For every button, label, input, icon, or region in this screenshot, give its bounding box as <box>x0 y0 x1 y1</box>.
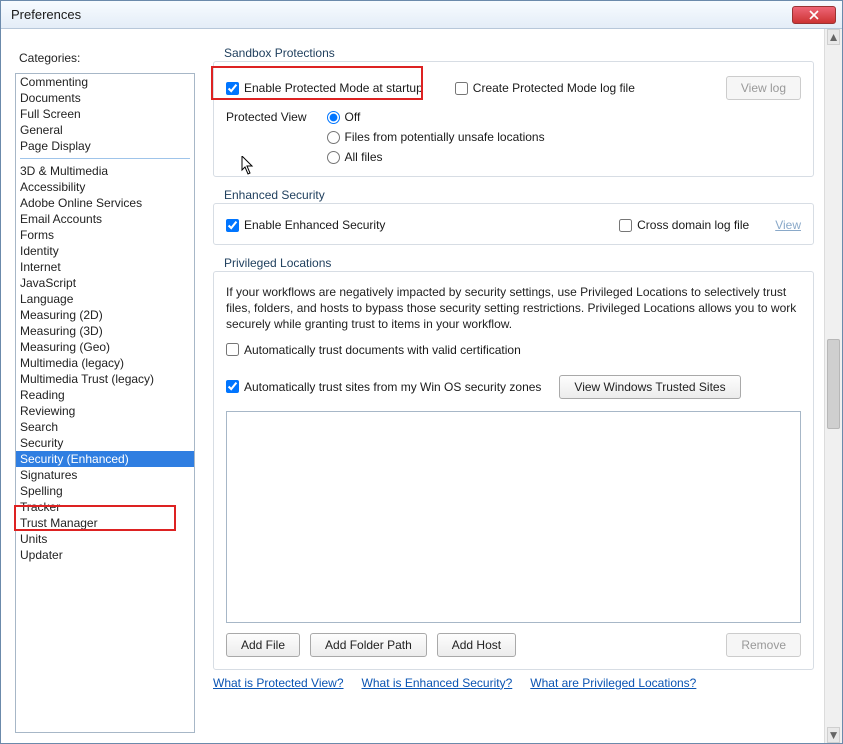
privileged-locations-listbox[interactable] <box>226 411 801 623</box>
add-file-button[interactable]: Add File <box>226 633 300 657</box>
privileged-group: Privileged Locations If your workflows a… <box>213 271 814 670</box>
scrollbar-thumb[interactable] <box>827 339 840 429</box>
privileged-title: Privileged Locations <box>220 256 335 270</box>
sidebar-separator <box>20 158 190 159</box>
sidebar-item[interactable]: Reviewing <box>16 403 194 419</box>
sidebar-item[interactable]: Trust Manager <box>16 515 194 531</box>
sidebar-item[interactable]: Email Accounts <box>16 211 194 227</box>
create-log-checkbox[interactable]: Create Protected Mode log file <box>455 81 635 95</box>
main-panel: Sandbox Protections Enable Protected Mod… <box>195 39 830 733</box>
pv-all-label: All files <box>345 150 383 164</box>
remove-button: Remove <box>726 633 801 657</box>
sidebar-item[interactable]: Updater <box>16 547 194 563</box>
sidebar-item[interactable]: Signatures <box>16 467 194 483</box>
sidebar-item[interactable]: Reading <box>16 387 194 403</box>
view-log-button: View log <box>726 76 801 100</box>
categories-list[interactable]: CommentingDocumentsFull ScreenGeneralPag… <box>15 73 195 733</box>
sidebar-item[interactable]: Measuring (2D) <box>16 307 194 323</box>
auto-trust-winzones-input[interactable] <box>226 380 239 393</box>
pv-unsafe-radio[interactable]: Files from potentially unsafe locations <box>327 130 545 144</box>
sidebar-item[interactable]: Search <box>16 419 194 435</box>
sidebar-item[interactable]: Language <box>16 291 194 307</box>
sandbox-group: Sandbox Protections Enable Protected Mod… <box>213 61 814 177</box>
window-title: Preferences <box>11 7 792 22</box>
enable-protected-mode-checkbox[interactable]: Enable Protected Mode at startup <box>226 81 423 95</box>
sidebar-item[interactable]: Spelling <box>16 483 194 499</box>
vertical-scrollbar[interactable]: ▲ ▼ <box>824 29 842 743</box>
enable-enhanced-label: Enable Enhanced Security <box>244 218 385 232</box>
enable-enhanced-checkbox[interactable]: Enable Enhanced Security <box>226 218 385 232</box>
auto-trust-cert-checkbox[interactable]: Automatically trust documents with valid… <box>226 343 521 357</box>
sidebar-item[interactable]: Security <box>16 435 194 451</box>
enable-protected-mode-label: Enable Protected Mode at startup <box>244 81 423 95</box>
sidebar-item[interactable]: Multimedia (legacy) <box>16 355 194 371</box>
close-icon <box>809 10 819 20</box>
auto-trust-cert-input[interactable] <box>226 343 239 356</box>
sidebar-item[interactable]: Units <box>16 531 194 547</box>
enable-enhanced-input[interactable] <box>226 219 239 232</box>
sidebar-item[interactable]: Adobe Online Services <box>16 195 194 211</box>
pv-unsafe-input[interactable] <box>327 131 340 144</box>
sidebar-item[interactable]: Forms <box>16 227 194 243</box>
view-cross-log-link: View <box>775 218 801 232</box>
auto-trust-winzones-checkbox[interactable]: Automatically trust sites from my Win OS… <box>226 380 541 394</box>
sidebar-item[interactable]: Internet <box>16 259 194 275</box>
titlebar: Preferences <box>1 1 842 29</box>
pv-all-radio[interactable]: All files <box>327 150 545 164</box>
sidebar-item[interactable]: Tracker <box>16 499 194 515</box>
sidebar-item[interactable]: Multimedia Trust (legacy) <box>16 371 194 387</box>
sidebar-item[interactable]: Measuring (3D) <box>16 323 194 339</box>
help-protected-view-link[interactable]: What is Protected View? <box>213 676 344 690</box>
cross-domain-log-input[interactable] <box>619 219 632 232</box>
pv-off-input[interactable] <box>327 111 340 124</box>
add-host-button[interactable]: Add Host <box>437 633 516 657</box>
sidebar-item[interactable]: Security (Enhanced) <box>16 451 194 467</box>
sidebar-item[interactable]: Measuring (Geo) <box>16 339 194 355</box>
pv-all-input[interactable] <box>327 151 340 164</box>
sidebar-item[interactable]: Commenting <box>16 74 194 90</box>
cross-domain-log-checkbox[interactable]: Cross domain log file <box>619 218 749 232</box>
scroll-up-arrow-icon[interactable]: ▲ <box>827 29 840 45</box>
auto-trust-cert-label: Automatically trust documents with valid… <box>244 343 521 357</box>
sidebar-item[interactable]: Documents <box>16 90 194 106</box>
sandbox-title: Sandbox Protections <box>220 46 339 60</box>
sidebar-item[interactable]: Identity <box>16 243 194 259</box>
preferences-dialog: Preferences Categories: CommentingDocume… <box>0 0 843 744</box>
protected-view-label: Protected View <box>226 110 307 124</box>
sidebar-item[interactable]: General <box>16 122 194 138</box>
create-log-label: Create Protected Mode log file <box>473 81 635 95</box>
pv-unsafe-label: Files from potentially unsafe locations <box>345 130 545 144</box>
sidebar-item[interactable]: Full Screen <box>16 106 194 122</box>
close-button[interactable] <box>792 6 836 24</box>
enhanced-title: Enhanced Security <box>220 188 329 202</box>
help-privileged-locations-link[interactable]: What are Privileged Locations? <box>530 676 696 690</box>
view-trusted-sites-button[interactable]: View Windows Trusted Sites <box>559 375 740 399</box>
privileged-description: If your workflows are negatively impacte… <box>226 284 801 333</box>
add-folder-button[interactable]: Add Folder Path <box>310 633 427 657</box>
sidebar-item[interactable]: Accessibility <box>16 179 194 195</box>
pv-off-radio[interactable]: Off <box>327 110 545 124</box>
categories-label: Categories: <box>19 51 195 65</box>
help-links: What is Protected View? What is Enhanced… <box>213 676 814 690</box>
enable-protected-mode-input[interactable] <box>226 82 239 95</box>
sidebar-item[interactable]: 3D & Multimedia <box>16 163 194 179</box>
help-enhanced-security-link[interactable]: What is Enhanced Security? <box>362 676 513 690</box>
sidebar: Categories: CommentingDocumentsFull Scre… <box>15 39 195 733</box>
sidebar-item[interactable]: Page Display <box>16 138 194 154</box>
sidebar-item[interactable]: JavaScript <box>16 275 194 291</box>
enhanced-group: Enhanced Security Enable Enhanced Securi… <box>213 203 814 245</box>
scroll-down-arrow-icon[interactable]: ▼ <box>827 727 840 743</box>
auto-trust-winzones-label: Automatically trust sites from my Win OS… <box>244 380 541 394</box>
create-log-input[interactable] <box>455 82 468 95</box>
pv-off-label: Off <box>345 110 361 124</box>
cross-domain-log-label: Cross domain log file <box>637 218 749 232</box>
